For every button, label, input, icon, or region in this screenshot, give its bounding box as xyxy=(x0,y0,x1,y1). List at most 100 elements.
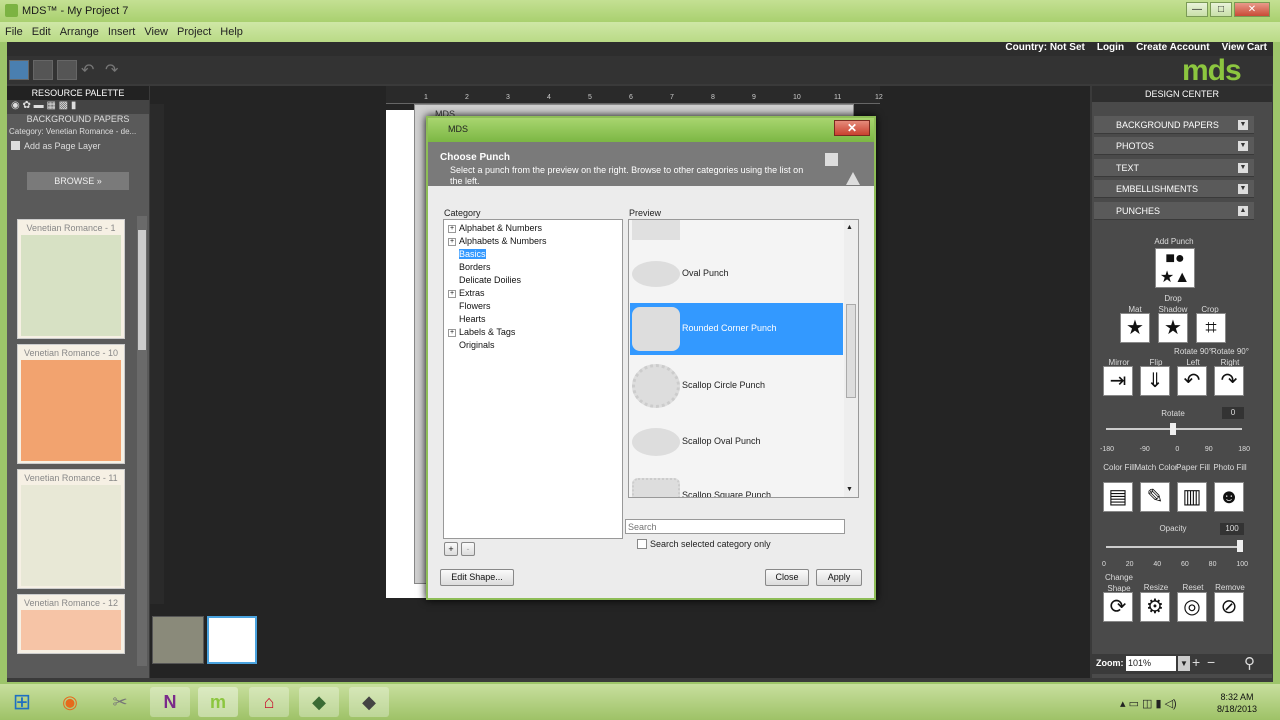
add-as-page-layer-checkbox[interactable] xyxy=(11,141,20,150)
onenote-icon[interactable]: N xyxy=(150,687,190,717)
menu-arrange[interactable]: Arrange xyxy=(55,22,103,38)
opacity-slider-track[interactable] xyxy=(1106,546,1242,548)
paper-thumbnail[interactable]: Venetian Romance - 10 xyxy=(17,344,125,464)
dialog-close-button[interactable]: ✕ xyxy=(834,120,870,136)
punch-item[interactable]: Scallop Oval Punch xyxy=(630,416,843,468)
crop-button[interactable]: ⌗ xyxy=(1196,313,1226,343)
minimize-button[interactable]: — xyxy=(1186,2,1208,17)
section-text[interactable]: TEXT ▼ xyxy=(1094,159,1254,177)
add-as-page-layer-option[interactable]: Add as Page Layer xyxy=(7,141,149,155)
browse-button[interactable]: BROWSE » xyxy=(27,172,129,190)
remove-button[interactable]: ⊘ xyxy=(1214,592,1244,622)
tree-item[interactable]: + Alphabet & Numbers xyxy=(448,222,622,235)
tray-icons[interactable]: ▴ ▭ ◫ ▮ ◁) xyxy=(1120,697,1177,710)
scroll-up-icon[interactable]: ▲ xyxy=(846,224,853,231)
page-view-icon[interactable] xyxy=(9,60,29,80)
photo-fill-button[interactable]: ☻ xyxy=(1214,482,1244,512)
expand-icon[interactable]: + xyxy=(448,289,456,298)
punch-item[interactable]: Oval Punch xyxy=(630,248,843,300)
preview-scrollbar[interactable]: ▲ ▼ xyxy=(844,220,858,497)
menu-view[interactable]: View xyxy=(139,22,172,38)
grid-view-icon[interactable] xyxy=(33,60,53,80)
clock[interactable]: 8:32 AM 8/18/2013 xyxy=(1212,691,1262,715)
page-thumbnail-1[interactable] xyxy=(152,616,204,664)
rotate-slider-handle[interactable] xyxy=(1170,423,1176,435)
menu-insert[interactable]: Insert xyxy=(103,22,140,38)
add-punch-button[interactable]: ■● ★▲ xyxy=(1155,248,1195,288)
flip-button[interactable]: ⇓ xyxy=(1140,366,1170,396)
zoom-dropdown-icon[interactable]: ▼ xyxy=(1178,656,1190,671)
drop-shadow-button[interactable]: ★ xyxy=(1158,313,1188,343)
paper-thumbnail[interactable]: Venetian Romance - 1 xyxy=(17,219,125,339)
search-input[interactable] xyxy=(625,519,845,534)
punch-item[interactable]: Scallop Square Punch xyxy=(630,470,843,497)
remove-category-button[interactable]: - xyxy=(461,542,475,556)
tree-item[interactable]: + Extras xyxy=(448,287,622,300)
menu-file[interactable]: File xyxy=(0,22,27,38)
country-link[interactable]: Country: Not Set xyxy=(1005,42,1084,53)
tree-item[interactable]: Originals xyxy=(448,339,622,352)
tree-item[interactable]: + Labels & Tags xyxy=(448,326,622,339)
change-shape-button[interactable]: ⟳ xyxy=(1103,592,1133,622)
edit-shape-button[interactable]: Edit Shape... xyxy=(440,569,514,586)
tree-item[interactable]: Delicate Doilies xyxy=(448,274,622,287)
expand-icon[interactable]: + xyxy=(448,237,456,246)
layers-icon[interactable] xyxy=(57,60,77,80)
redo-icon[interactable]: ↷ xyxy=(105,60,125,80)
tree-item[interactable]: + Alphabets & Numbers xyxy=(448,235,622,248)
expand-icon[interactable]: + xyxy=(448,224,456,233)
rotate-right-button[interactable]: ↷ xyxy=(1214,366,1244,396)
color-fill-button[interactable]: ▤ xyxy=(1103,482,1133,512)
zoom-out-icon[interactable]: − xyxy=(1207,654,1215,670)
scroll-thumb[interactable] xyxy=(846,304,856,398)
start-orb-icon[interactable]: ⊞ xyxy=(2,687,42,717)
opacity-slider-handle[interactable] xyxy=(1237,540,1243,552)
menu-help[interactable]: Help xyxy=(215,22,247,38)
resize-button[interactable]: ⚙ xyxy=(1140,592,1170,622)
search-selected-only-checkbox[interactable] xyxy=(637,539,647,549)
reset-button[interactable]: ◎ xyxy=(1177,592,1207,622)
menu-project[interactable]: Project xyxy=(172,22,215,38)
section-photos[interactable]: PHOTOS ▼ xyxy=(1094,137,1254,155)
close-button[interactable]: Close xyxy=(765,569,809,586)
tools-icon[interactable]: ✂ xyxy=(100,687,140,717)
tree-item[interactable]: Flowers xyxy=(448,300,622,313)
rotate-value[interactable]: 0 xyxy=(1222,407,1244,419)
page-thumbnail-2[interactable] xyxy=(207,616,257,664)
app-icon-1[interactable]: ◆ xyxy=(299,687,339,717)
paper-thumbnail[interactable]: Venetian Romance - 11 xyxy=(17,469,125,589)
palette-scrollbar[interactable] xyxy=(137,216,147,666)
mirror-button[interactable]: ⇥ xyxy=(1103,366,1133,396)
section-background-papers[interactable]: BACKGROUND PAPERS ▼ xyxy=(1094,116,1254,134)
tree-item[interactable]: Borders xyxy=(448,261,622,274)
search-selected-only-option[interactable]: Search selected category only xyxy=(637,539,771,549)
create-account-link[interactable]: Create Account xyxy=(1136,42,1210,53)
firefox-icon[interactable]: ◉ xyxy=(50,687,90,717)
undo-icon[interactable]: ↶ xyxy=(81,60,101,80)
rotate-left-button[interactable]: ↶ xyxy=(1177,366,1207,396)
tree-item[interactable]: Hearts xyxy=(448,313,622,326)
search-icon[interactable]: ⚲ xyxy=(1244,654,1255,672)
scroll-down-icon[interactable]: ▼ xyxy=(846,486,853,493)
acrobat-icon[interactable]: ⌂ xyxy=(249,687,289,717)
paper-fill-button[interactable]: ▥ xyxy=(1177,482,1207,512)
tree-item-selected[interactable]: Basics xyxy=(448,248,622,261)
close-window-button[interactable]: ✕ xyxy=(1234,2,1270,17)
section-punches[interactable]: PUNCHES ▲ xyxy=(1094,202,1254,220)
match-color-button[interactable]: ✎ xyxy=(1140,482,1170,512)
login-link[interactable]: Login xyxy=(1097,42,1124,53)
zoom-select[interactable]: 101% xyxy=(1126,656,1176,671)
maximize-button[interactable]: □ xyxy=(1210,2,1232,17)
paper-thumbnail[interactable]: Venetian Romance - 12 xyxy=(17,594,125,654)
app-icon-2[interactable]: ◆ xyxy=(349,687,389,717)
view-cart-link[interactable]: View Cart xyxy=(1222,42,1267,53)
section-embellishments[interactable]: EMBELLISHMENTS ▼ xyxy=(1094,180,1254,198)
apply-button[interactable]: Apply xyxy=(816,569,862,586)
add-category-button[interactable]: + xyxy=(444,542,458,556)
mat-button[interactable]: ★ xyxy=(1120,313,1150,343)
punch-item-selected[interactable]: Rounded Corner Punch xyxy=(630,303,843,355)
expand-icon[interactable]: + xyxy=(448,328,456,337)
zoom-in-icon[interactable]: + xyxy=(1192,654,1200,670)
punch-item[interactable]: Scallop Circle Punch xyxy=(630,360,843,412)
mds-app-icon[interactable]: m xyxy=(198,687,238,717)
